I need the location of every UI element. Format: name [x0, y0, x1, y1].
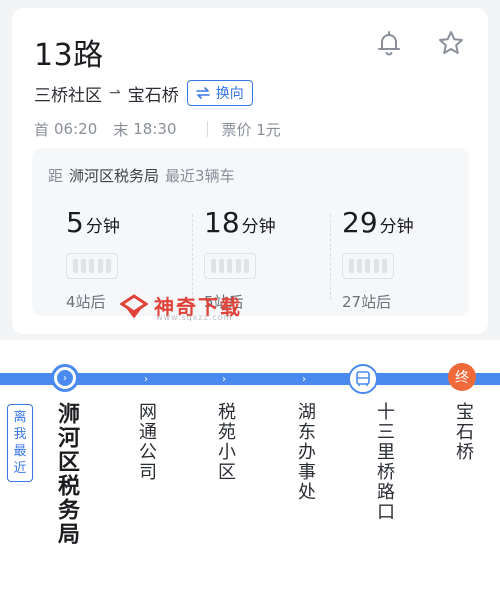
track-chevron-icon: › — [144, 373, 148, 385]
stop-name[interactable]: 宝石桥 — [450, 402, 476, 462]
arrival-heading: 距浉河区税务局 最近3辆车 — [48, 165, 235, 186]
eta-divider — [192, 214, 193, 300]
eta-unit: 分钟 — [85, 217, 120, 237]
eta-minutes: 29 — [342, 206, 378, 239]
star-icon[interactable] — [436, 28, 466, 58]
crowding-icon — [66, 253, 118, 279]
stop-name[interactable]: 湖东办事处 — [292, 402, 318, 502]
eta-minutes: 5 — [66, 206, 84, 239]
current-stop-marker[interactable]: › — [51, 364, 79, 392]
arrival-prefix: 距 — [48, 167, 64, 185]
first-bus-time: 06:20 — [54, 120, 98, 138]
bus-position-marker[interactable] — [348, 364, 378, 394]
swap-direction-button[interactable]: 换向 — [186, 80, 253, 106]
stop-name-current[interactable]: 浉河区税务局 — [53, 402, 79, 546]
schedule-divider — [206, 121, 208, 137]
destination-stop: 宝石桥 — [127, 85, 179, 106]
arrival-suffix: 最近3辆车 — [165, 167, 235, 185]
eta-minutes: 18 — [204, 206, 240, 239]
last-bus-label: 末 — [113, 120, 129, 139]
route-line: › › › › 终 离我最近 浉河区税务局 网通公司 税苑小区 湖东办事处 十三… — [0, 340, 500, 594]
eta-stops: 27站后 — [342, 293, 392, 311]
stop-name[interactable]: 税苑小区 — [212, 402, 238, 482]
watermark-logo-icon — [120, 293, 148, 318]
schedule-row: 首 06:20 末 18:30 票价 1元 — [34, 118, 281, 140]
swap-label: 换向 — [215, 86, 244, 102]
direction-row: 三桥社区 ⇀ 宝石桥 换向 — [34, 78, 253, 108]
eta-divider — [330, 214, 331, 300]
origin-stop: 三桥社区 — [34, 85, 102, 106]
terminus-marker[interactable]: 终 — [448, 363, 476, 391]
arrival-stop: 浉河区税务局 — [69, 167, 160, 185]
crowding-icon — [342, 253, 394, 279]
bus-eta-3[interactable]: 29 分钟 27站后 — [342, 206, 472, 312]
last-bus-time: 18:30 — [133, 120, 177, 138]
track-chevron-icon: › — [222, 373, 226, 385]
bus-icon — [356, 371, 370, 386]
watermark: 神奇下载 www.sqxzz.com — [120, 291, 242, 322]
bell-icon[interactable] — [374, 28, 404, 58]
swap-icon — [195, 87, 210, 99]
eta-unit: 分钟 — [241, 217, 276, 237]
eta-unit: 分钟 — [379, 217, 414, 237]
fare-text: 票价 1元 — [221, 120, 281, 139]
first-bus-label: 首 — [34, 120, 50, 139]
watermark-url: www.sqxzz.com — [156, 313, 233, 322]
route-card: 13路 三桥社区 ⇀ 宝石桥 换向 首 06:20 末 18:30 票价 1元 … — [12, 8, 488, 334]
stop-name[interactable]: 十三里桥路口 — [371, 402, 397, 522]
nearest-stop-tag: 离我最近 — [7, 404, 33, 482]
crowding-icon — [204, 253, 256, 279]
direction-arrow: ⇀ — [109, 85, 121, 101]
arrival-panel: 距浉河区税务局 最近3辆车 5 分钟 4站后 18 分钟 5站后 29 分钟 27站后 — [32, 148, 469, 316]
track-chevron-icon: › — [302, 373, 306, 385]
route-title: 13路 — [34, 38, 104, 73]
stop-name[interactable]: 网通公司 — [133, 402, 159, 482]
chevron-right-icon: › — [57, 370, 73, 386]
